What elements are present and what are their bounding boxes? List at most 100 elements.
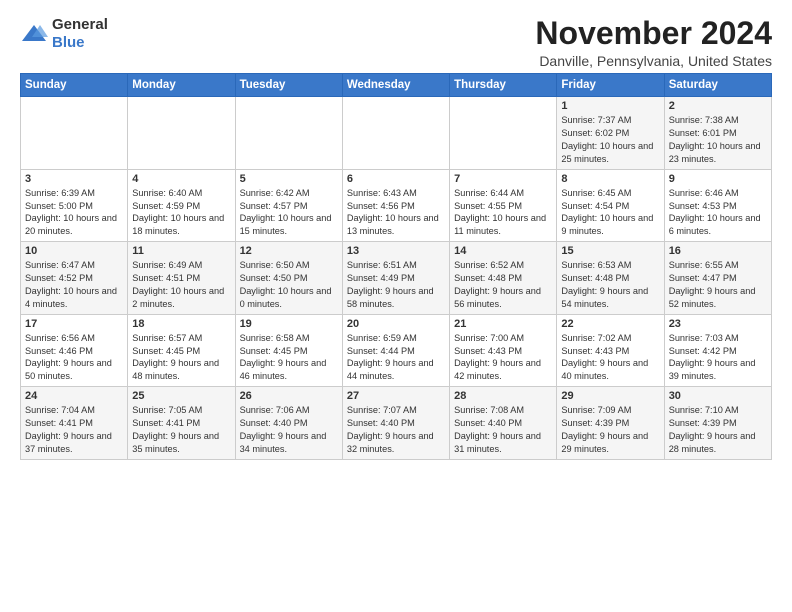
day-number: 18 xyxy=(132,318,230,330)
day-info-line: Daylight: 9 hours and 54 minutes. xyxy=(561,286,648,309)
day-info-line: Sunrise: 6:58 AM xyxy=(240,333,310,343)
calendar-cell: 1 Sunrise: 7:37 AMSunset: 6:02 PMDaylight… xyxy=(557,97,664,170)
day-info-line: Sunrise: 7:05 AM xyxy=(132,405,202,415)
day-info-line: Daylight: 10 hours and 23 minutes. xyxy=(669,141,761,164)
calendar-cell xyxy=(450,97,557,170)
day-info: Sunrise: 7:37 AMSunset: 6:02 PMDaylight:… xyxy=(561,114,659,166)
day-info-line: Sunset: 4:49 PM xyxy=(347,273,415,283)
day-number: 11 xyxy=(132,245,230,257)
day-number: 28 xyxy=(454,390,552,402)
calendar-cell: 9Sunrise: 6:46 AMSunset: 4:53 PMDaylight… xyxy=(664,169,771,242)
day-info-line: Daylight: 9 hours and 48 minutes. xyxy=(132,358,219,381)
day-info-line: Sunrise: 7:02 AM xyxy=(561,333,631,343)
calendar-cell: 19Sunrise: 6:58 AMSunset: 4:45 PMDayligh… xyxy=(235,314,342,387)
calendar-cell: 18 Sunrise: 6:57 AM Sunset: 4:45 PM Dayligh… xyxy=(128,314,235,387)
day-info-line: Sunset: 4:52 PM xyxy=(25,273,93,283)
day-info-line: Sunrise: 6:57 AM xyxy=(132,333,202,343)
day-info: Sunrise: 6:56 AMSunset: 4:46 PMDaylight:… xyxy=(25,332,123,384)
day-info-line: Daylight: 9 hours and 29 minutes. xyxy=(561,431,648,454)
day-number: 23 xyxy=(669,318,767,330)
day-info: Sunrise: 7:04 AMSunset: 4:41 PMDaylight:… xyxy=(25,404,123,456)
day-info-line: Sunrise: 6:51 AM xyxy=(347,260,417,270)
day-number: 10 xyxy=(25,245,123,257)
calendar-week-5: 24Sunrise: 7:04 AMSunset: 4:41 PMDayligh… xyxy=(21,387,772,460)
day-info-line: Sunset: 4:48 PM xyxy=(561,273,629,283)
day-number: 3 xyxy=(25,173,123,185)
day-info-line: Sunset: 4:55 PM xyxy=(454,201,522,211)
day-info: Sunrise: 7:08 AM Sunset: 4:40 PM Daylight:… xyxy=(454,404,552,456)
day-number: 7 xyxy=(454,173,552,185)
day-info-line: Sunset: 4:39 PM xyxy=(669,418,737,428)
calendar-week-4: 17 Sunrise: 6:56 AMSunset: 4:46 PMDayligh… xyxy=(21,314,772,387)
day-info-line: Sunrise: 7:10 AM xyxy=(669,405,739,415)
day-info-line: Daylight: 10 hours and 9 minutes. xyxy=(561,213,653,236)
calendar-week-3: 10 Sunrise: 6:47 AM Sunset: 4:52 PM Dayligh… xyxy=(21,242,772,315)
calendar-week-1: 1 Sunrise: 7:37 AMSunset: 6:02 PMDaylight… xyxy=(21,97,772,170)
day-info-line: Sunset: 4:40 PM xyxy=(454,418,522,428)
day-info-line: Sunset: 4:45 PM xyxy=(132,346,200,356)
day-info-line: Sunrise: 6:47 AM xyxy=(25,260,95,270)
day-info-line: Sunset: 4:51 PM xyxy=(132,273,200,283)
calendar-cell: 6Sunrise: 6:43 AMSunset: 4:56 PMDaylight… xyxy=(342,169,449,242)
day-info-line: Sunrise: 7:38 AM xyxy=(669,115,739,125)
col-saturday: Saturday xyxy=(664,74,771,97)
day-info-line: Sunset: 4:43 PM xyxy=(561,346,629,356)
day-info: Sunrise: 6:39 AMSunset: 5:00 PMDaylight:… xyxy=(25,187,123,239)
day-info-line: Daylight: 10 hours and 25 minutes. xyxy=(561,141,653,164)
day-info-line: Daylight: 9 hours and 35 minutes. xyxy=(132,431,219,454)
calendar-cell xyxy=(128,97,235,170)
day-info-line: Sunrise: 6:39 AM xyxy=(25,188,95,198)
calendar-cell: 3 Sunrise: 6:39 AMSunset: 5:00 PMDaylight… xyxy=(21,169,128,242)
day-info-line: Sunset: 6:02 PM xyxy=(561,128,629,138)
day-info-line: Sunrise: 6:40 AM xyxy=(132,188,202,198)
logo-icon xyxy=(20,23,48,45)
day-info: Sunrise: 7:10 AMSunset: 4:39 PMDaylight:… xyxy=(669,404,767,456)
day-info-line: Sunset: 4:48 PM xyxy=(454,273,522,283)
day-info-line: Sunset: 4:57 PM xyxy=(240,201,308,211)
day-info-line: Sunset: 4:40 PM xyxy=(347,418,415,428)
day-info: Sunrise: 7:02 AMSunset: 4:43 PMDaylight:… xyxy=(561,332,659,384)
day-info-line: Sunrise: 6:52 AM xyxy=(454,260,524,270)
day-info-line: Sunrise: 7:07 AM xyxy=(347,405,417,415)
day-number: 1 xyxy=(561,100,659,112)
day-info-line: Sunrise: 6:53 AM xyxy=(561,260,631,270)
day-info-line: Sunset: 4:47 PM xyxy=(669,273,737,283)
calendar-cell: 20Sunrise: 6:59 AMSunset: 4:44 PMDayligh… xyxy=(342,314,449,387)
day-info: Sunrise: 6:51 AMSunset: 4:49 PMDaylight:… xyxy=(347,259,445,311)
day-number: 14 xyxy=(454,245,552,257)
day-number: 17 xyxy=(25,318,123,330)
day-info-line: Sunrise: 7:08 AM xyxy=(454,405,524,415)
day-info-line: Sunrise: 6:42 AM xyxy=(240,188,310,198)
day-info-line: Daylight: 10 hours and 13 minutes. xyxy=(347,213,439,236)
month-title: November 2024 xyxy=(535,16,772,51)
day-number: 19 xyxy=(240,318,338,330)
day-number: 15 xyxy=(561,245,659,257)
day-info-line: Daylight: 9 hours and 52 minutes. xyxy=(669,286,756,309)
day-number: 25 xyxy=(132,390,230,402)
calendar-cell: 26Sunrise: 7:06 AMSunset: 4:40 PMDayligh… xyxy=(235,387,342,460)
day-info-line: Sunset: 4:45 PM xyxy=(240,346,308,356)
day-info: Sunrise: 6:57 AM Sunset: 4:45 PM Daylight:… xyxy=(132,332,230,384)
calendar-cell: 13Sunrise: 6:51 AMSunset: 4:49 PMDayligh… xyxy=(342,242,449,315)
day-info: Sunrise: 7:09 AM Sunset: 4:39 PM Daylight:… xyxy=(561,404,659,456)
day-info-line: Sunrise: 7:06 AM xyxy=(240,405,310,415)
day-info-line: Sunrise: 6:44 AM xyxy=(454,188,524,198)
day-info-line: Sunset: 4:53 PM xyxy=(669,201,737,211)
day-info-line: Sunset: 4:39 PM xyxy=(561,418,629,428)
calendar-cell: 27Sunrise: 7:07 AMSunset: 4:40 PMDayligh… xyxy=(342,387,449,460)
day-info-line: Sunset: 4:56 PM xyxy=(347,201,415,211)
day-info-line: Sunset: 4:44 PM xyxy=(347,346,415,356)
day-info: Sunrise: 7:00 AMSunset: 4:43 PMDaylight:… xyxy=(454,332,552,384)
day-info: Sunrise: 7:38 AMSunset: 6:01 PMDaylight:… xyxy=(669,114,767,166)
day-info: Sunrise: 6:59 AMSunset: 4:44 PMDaylight:… xyxy=(347,332,445,384)
title-block: November 2024 Danville, Pennsylvania, Un… xyxy=(535,16,772,69)
day-number: 22 xyxy=(561,318,659,330)
day-info: Sunrise: 6:46 AMSunset: 4:53 PMDaylight:… xyxy=(669,187,767,239)
day-info-line: Daylight: 9 hours and 31 minutes. xyxy=(454,431,541,454)
logo: General Blue xyxy=(20,16,108,52)
day-info-line: Sunrise: 7:09 AM xyxy=(561,405,631,415)
calendar-cell: 16Sunrise: 6:55 AMSunset: 4:47 PMDayligh… xyxy=(664,242,771,315)
day-number: 12 xyxy=(240,245,338,257)
day-info-line: Sunset: 4:40 PM xyxy=(240,418,308,428)
day-info-line: Daylight: 9 hours and 39 minutes. xyxy=(669,358,756,381)
